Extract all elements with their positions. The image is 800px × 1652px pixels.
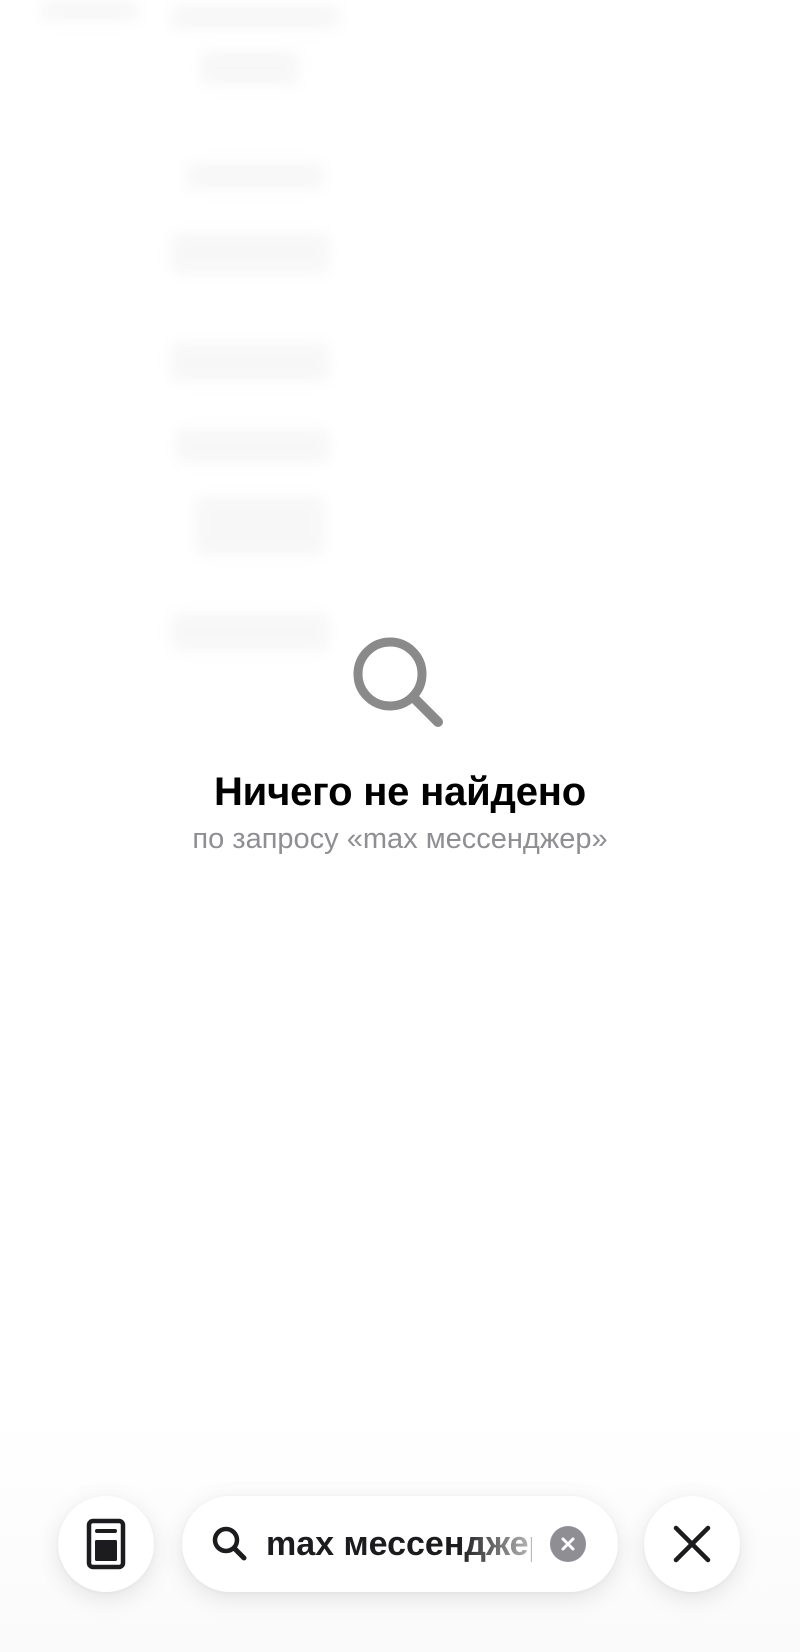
- search-query-box[interactable]: max мессенджер: [266, 1496, 532, 1592]
- search-query[interactable]: max мессенджер: [266, 1525, 532, 1564]
- bottom-toolbar: max мессенджер: [0, 1496, 800, 1592]
- search-field[interactable]: max мессенджер: [182, 1496, 618, 1592]
- reader-mode-icon: [86, 1518, 126, 1570]
- empty-state-subtitle: по запросу «max мессенджер»: [192, 823, 608, 855]
- clear-icon: [561, 1537, 575, 1551]
- empty-state: Ничего не найдено по запросу «max мессен…: [0, 634, 800, 857]
- search-icon: [353, 637, 443, 727]
- close-button[interactable]: [644, 1496, 740, 1592]
- search-icon: [212, 1526, 247, 1561]
- clear-search-button[interactable]: [550, 1526, 586, 1562]
- reader-mode-button[interactable]: [58, 1496, 154, 1592]
- empty-state-title: Ничего не найдено: [214, 770, 586, 814]
- close-icon: [673, 1525, 711, 1563]
